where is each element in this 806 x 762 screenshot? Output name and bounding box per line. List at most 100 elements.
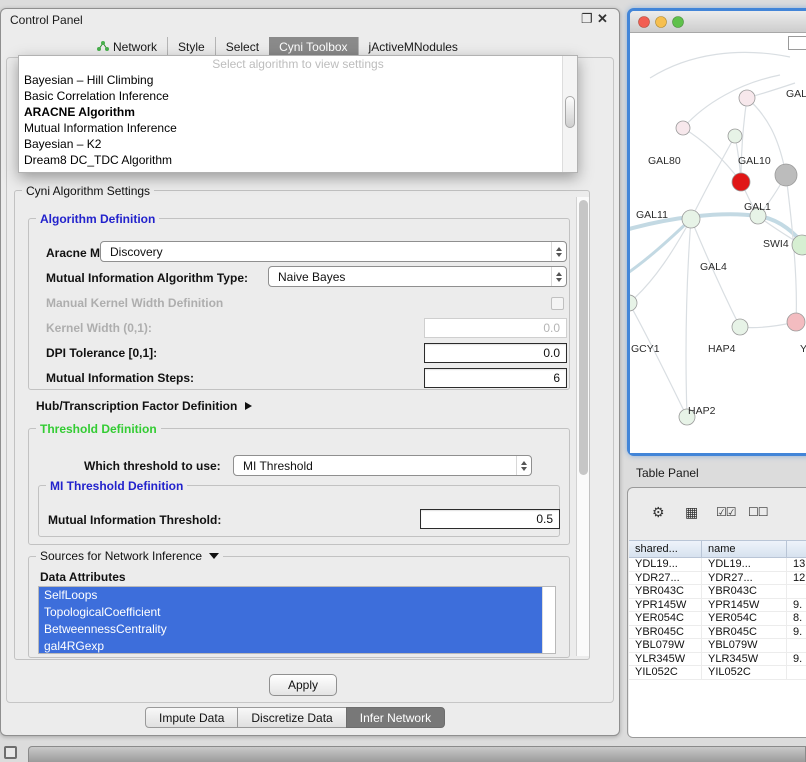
clear-selection-icon[interactable]: ☐☐ bbox=[748, 505, 768, 519]
cell[interactable]: 13 bbox=[787, 558, 806, 571]
cell[interactable]: YER054C bbox=[702, 612, 787, 625]
cell[interactable]: YER054C bbox=[629, 612, 702, 625]
data-attributes-list[interactable]: SelfLoops TopologicalCoefficient Between… bbox=[38, 586, 556, 654]
aracne-mode-combobox[interactable]: Discovery bbox=[100, 241, 567, 262]
cell[interactable]: 8. bbox=[787, 612, 806, 625]
list-item-selected[interactable]: TopologicalCoefficient bbox=[39, 604, 542, 621]
cell[interactable]: YBR043C bbox=[702, 585, 787, 598]
select-all-icon[interactable]: ☑☑ bbox=[716, 505, 736, 519]
tab-infer-network[interactable]: Infer Network bbox=[346, 707, 445, 728]
node[interactable] bbox=[728, 129, 742, 143]
list-item-selected[interactable]: BetweennessCentrality bbox=[39, 621, 542, 638]
table-row[interactable]: YBR043C YBR043C bbox=[629, 585, 806, 599]
settings-scrollbar-thumb[interactable] bbox=[579, 200, 588, 475]
node-gray[interactable] bbox=[775, 164, 797, 186]
combo-stepper-icon[interactable] bbox=[551, 267, 566, 286]
expanded-arrow-icon[interactable] bbox=[209, 553, 219, 559]
cell[interactable]: YDR27... bbox=[629, 572, 702, 585]
algorithm-option[interactable]: Mutual Information Inference bbox=[19, 120, 577, 136]
tab-select-label: Select bbox=[226, 40, 259, 54]
node[interactable] bbox=[739, 90, 755, 106]
cell[interactable]: YLR345W bbox=[629, 653, 702, 666]
column-header-shared-name[interactable]: shared... bbox=[629, 541, 702, 557]
cell[interactable] bbox=[787, 666, 806, 679]
attribute-list-scrollbar[interactable] bbox=[542, 587, 555, 653]
cell[interactable]: 9. bbox=[787, 599, 806, 612]
node-gal10-selected[interactable] bbox=[732, 173, 750, 191]
mi-type-combobox[interactable]: Naive Bayes bbox=[268, 266, 567, 287]
traffic-light-zoom-icon[interactable] bbox=[673, 17, 684, 28]
algorithm-option[interactable]: Dream8 DC_TDC Algorithm bbox=[19, 152, 577, 168]
algorithm-option[interactable]: Bayesian – K2 bbox=[19, 136, 577, 152]
sources-toggle[interactable]: Sources for Network Inference bbox=[36, 549, 223, 563]
popup-scrollbar[interactable] bbox=[562, 56, 577, 172]
cell[interactable]: YDR27... bbox=[702, 572, 787, 585]
node-gal11[interactable] bbox=[682, 210, 700, 228]
network-window-titlebar[interactable] bbox=[630, 11, 806, 33]
list-item-selected[interactable]: gal4RGexp bbox=[39, 638, 542, 654]
cell[interactable]: YPR145W bbox=[629, 599, 702, 612]
kernel-width-field[interactable]: 0.0 bbox=[424, 318, 567, 338]
column-header-name[interactable]: name bbox=[702, 541, 787, 557]
cell[interactable]: 12 bbox=[787, 572, 806, 585]
cell[interactable]: YDL19... bbox=[702, 558, 787, 571]
table-row[interactable]: YDL19... YDL19... 13 bbox=[629, 558, 806, 572]
popup-scrollbar-thumb[interactable] bbox=[565, 96, 575, 128]
node-label: Y bbox=[800, 343, 806, 355]
cell[interactable]: 9. bbox=[787, 653, 806, 666]
cell[interactable] bbox=[787, 585, 806, 598]
table-row[interactable]: YBR045C YBR045C 9. bbox=[629, 626, 806, 640]
cell[interactable]: YDL19... bbox=[629, 558, 702, 571]
mi-steps-field[interactable]: 6 bbox=[424, 368, 567, 388]
cell[interactable]: YLR345W bbox=[702, 653, 787, 666]
cell[interactable]: YPR145W bbox=[702, 599, 787, 612]
cell[interactable]: YBL079W bbox=[702, 639, 787, 652]
cell[interactable]: 9. bbox=[787, 626, 806, 639]
cell[interactable]: YIL052C bbox=[702, 666, 787, 679]
cell[interactable] bbox=[787, 639, 806, 652]
float-window-icon[interactable]: ❐ bbox=[581, 11, 593, 27]
tab-impute-data[interactable]: Impute Data bbox=[145, 707, 238, 728]
cell[interactable]: YBL079W bbox=[629, 639, 702, 652]
combo-stepper-icon[interactable] bbox=[516, 456, 531, 475]
node-hap4[interactable] bbox=[732, 319, 748, 335]
cell[interactable]: YIL052C bbox=[629, 666, 702, 679]
column-header-cut[interactable] bbox=[787, 541, 806, 557]
apply-button[interactable]: Apply bbox=[269, 674, 337, 696]
algorithm-option[interactable]: Bayesian – Hill Climbing bbox=[19, 72, 577, 88]
panel-dock-icon[interactable] bbox=[4, 746, 17, 759]
network-canvas[interactable]: GAL GAL80 GAL10 GAL11 GAL1 SWI4 GAL4 GCY… bbox=[630, 33, 806, 453]
algorithm-option-selected[interactable]: ARACNE Algorithm bbox=[19, 104, 577, 120]
cell[interactable]: YBR045C bbox=[702, 626, 787, 639]
mi-type-label: Mutual Information Algorithm Type: bbox=[46, 271, 248, 285]
tab-discretize-data[interactable]: Discretize Data bbox=[237, 707, 346, 728]
column-chooser-icon[interactable]: ▦ bbox=[685, 505, 698, 519]
settings-scrollbar[interactable] bbox=[576, 197, 589, 656]
dpi-tolerance-label: DPI Tolerance [0,1]: bbox=[46, 346, 157, 360]
table-row[interactable]: YDR27... YDR27... 12 bbox=[629, 572, 806, 586]
combo-stepper-icon[interactable] bbox=[551, 242, 566, 261]
table-panel-title: Table Panel bbox=[636, 466, 699, 480]
which-threshold-combobox[interactable]: MI Threshold bbox=[233, 455, 532, 476]
collapsed-arrow-icon[interactable] bbox=[245, 402, 252, 410]
traffic-light-minimize-icon[interactable] bbox=[656, 17, 667, 28]
cell[interactable]: YBR045C bbox=[629, 626, 702, 639]
gear-icon[interactable]: ⚙ bbox=[652, 505, 665, 519]
traffic-light-close-icon[interactable] bbox=[639, 17, 650, 28]
collapsed-panel-bar[interactable] bbox=[28, 746, 806, 762]
node[interactable] bbox=[676, 121, 690, 135]
node-pink[interactable] bbox=[787, 313, 805, 331]
algorithm-option[interactable]: Basic Correlation Inference bbox=[19, 88, 577, 104]
mi-threshold-field[interactable]: 0.5 bbox=[420, 509, 560, 529]
dpi-tolerance-field[interactable]: 0.0 bbox=[424, 343, 567, 363]
hub-definition-toggle[interactable]: Hub/Transcription Factor Definition bbox=[36, 399, 252, 413]
table-row[interactable]: YLR345W YLR345W 9. bbox=[629, 653, 806, 667]
cell[interactable]: YBR043C bbox=[629, 585, 702, 598]
manual-kernel-checkbox[interactable] bbox=[551, 297, 564, 310]
table-row[interactable]: YIL052C YIL052C bbox=[629, 666, 806, 680]
list-item-selected[interactable]: SelfLoops bbox=[39, 587, 542, 604]
table-row[interactable]: YBL079W YBL079W bbox=[629, 639, 806, 653]
table-row[interactable]: YER054C YER054C 8. bbox=[629, 612, 806, 626]
table-row[interactable]: YPR145W YPR145W 9. bbox=[629, 599, 806, 613]
close-window-icon[interactable]: ✕ bbox=[597, 11, 608, 27]
